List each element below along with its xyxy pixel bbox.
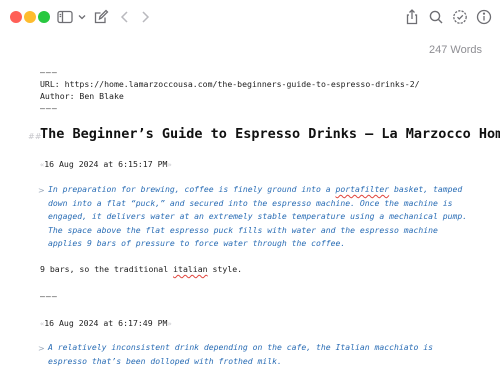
blockquote-marker: > <box>38 186 45 195</box>
timestamp-text: 16 Aug 2024 at 6:15:17 PM <box>44 159 168 169</box>
misspelled-word[interactable]: portafilter <box>336 184 390 194</box>
blockquote: A relatively inconsistent drink dependin… <box>48 342 433 366</box>
misspelled-word[interactable]: italian <box>173 264 208 274</box>
document-heading: The Beginner’s Guide to Espresso Drinks … <box>40 126 500 142</box>
document-editor[interactable]: ——— URL: https://home.lamarzoccousa.com/… <box>0 0 500 384</box>
entry-timestamp: «16 Aug 2024 at 6:15:17 PM» <box>40 159 172 169</box>
separator-line: ——— <box>40 291 58 301</box>
blockquote-marker: > <box>38 344 45 353</box>
timestamp-marker: » <box>167 320 172 328</box>
timestamp-text: 16 Aug 2024 at 6:17:49 PM <box>44 318 168 328</box>
entry-timestamp: «16 Aug 2024 at 6:17:49 PM» <box>40 318 172 328</box>
timestamp-marker: » <box>167 161 172 169</box>
scrollbar[interactable] <box>495 40 498 370</box>
note-text: 9 bars, so the traditional <box>40 264 174 274</box>
note-paragraph: 9 bars, so the traditional italian style… <box>40 264 242 274</box>
separator-line: ——— <box>40 103 58 113</box>
app-window: 247 Words ——— URL: https://home.lamarzoc… <box>0 0 500 384</box>
quote-text: In preparation for brewing, coffee is fi… <box>48 184 336 194</box>
note-text: style. <box>207 264 243 274</box>
url-line: URL: https://home.lamarzoccousa.com/the-… <box>40 79 420 89</box>
separator-line: ——— <box>40 67 58 77</box>
blockquote: In preparation for brewing, coffee is fi… <box>48 183 468 251</box>
author-line: Author: Ben Blake <box>40 91 124 101</box>
